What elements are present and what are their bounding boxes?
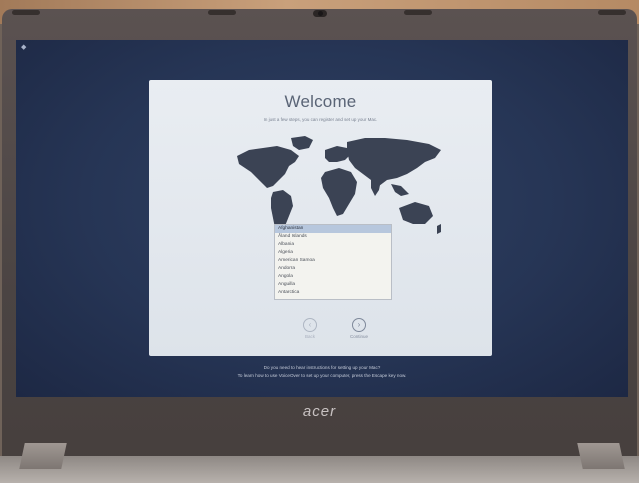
bezel-bumper-right: [598, 10, 626, 15]
hinge-right: [577, 443, 625, 469]
arrow-left-icon: ‹: [303, 318, 317, 332]
bezel-bumper-left: [12, 10, 40, 15]
screen: ◆ Welcome In just a few steps, you can r…: [16, 40, 628, 397]
voiceover-prompt: Do you need to hear instructions for set…: [263, 365, 381, 370]
map-asia: [347, 138, 441, 186]
list-item[interactable]: Åland Islands: [275, 233, 391, 241]
map-australia: [399, 202, 433, 224]
map-greenland: [291, 136, 313, 150]
list-item[interactable]: Andorra: [275, 265, 391, 273]
list-item[interactable]: Algeria: [275, 249, 391, 257]
page-subtitle: In just a few steps, you can register an…: [263, 117, 378, 122]
arrow-right-icon: ›: [352, 318, 366, 332]
country-list[interactable]: Afghanistan Åland Islands Albania Algeri…: [274, 224, 392, 300]
map-africa: [321, 168, 357, 216]
bezel-bumper: [208, 10, 236, 15]
list-item[interactable]: Albania: [275, 241, 391, 249]
brand-logo: acer: [302, 403, 337, 420]
bezel-bumper: [404, 10, 432, 15]
map-india: [371, 180, 381, 196]
continue-label: Continue: [349, 334, 368, 339]
list-item[interactable]: Angola: [275, 273, 391, 281]
list-item[interactable]: American Samoa: [275, 257, 391, 265]
voiceover-instructions: To learn how to use VoiceOver to set up …: [237, 373, 407, 378]
list-item[interactable]: Anguilla: [275, 281, 391, 289]
list-item[interactable]: Afghanistan: [275, 225, 391, 233]
map-north-america: [237, 146, 299, 188]
list-item[interactable]: Antarctica: [275, 289, 391, 297]
back-label: Back: [304, 334, 315, 339]
accessibility-icon: ◆: [21, 44, 27, 51]
page-title: Welcome: [284, 92, 357, 111]
continue-button[interactable]: › Continue: [344, 318, 374, 339]
map-new-zealand: [437, 224, 441, 234]
webcam-lens: [318, 11, 323, 16]
laptop-base: [0, 456, 639, 483]
setup-assistant-window: Welcome In just a few steps, you can reg…: [149, 80, 492, 356]
map-southeast-asia: [391, 184, 409, 196]
hinge-left: [19, 443, 67, 469]
back-button[interactable]: ‹ Back: [295, 318, 325, 339]
